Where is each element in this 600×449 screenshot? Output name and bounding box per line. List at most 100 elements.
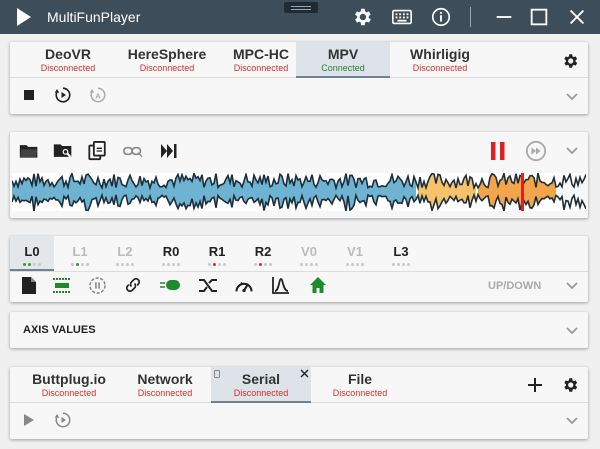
axis-dots: [161, 263, 181, 266]
axis-label: L2: [117, 244, 133, 259]
tab-file[interactable]: File Disconnected: [310, 367, 410, 403]
axis-values-panel[interactable]: AXIS VALUES: [10, 312, 588, 348]
chain-link-icon[interactable]: [124, 276, 142, 294]
tab-axis-l0[interactable]: L0: [10, 236, 54, 271]
speed-gauge-icon[interactable]: [234, 276, 254, 295]
settings-icon[interactable]: [561, 52, 579, 70]
settings-icon[interactable]: [561, 376, 579, 394]
output-tabs: Buttplug.io Disconnected Network Disconnec…: [10, 367, 588, 403]
axis-dots: [207, 263, 227, 266]
play-icon[interactable]: [24, 414, 34, 426]
axis-dots: [253, 263, 273, 266]
tab-status: Disconnected: [412, 63, 468, 73]
tab-axis-r2[interactable]: R2: [240, 236, 286, 271]
auto-connect-icon[interactable]: [54, 411, 72, 429]
tab-whirligig[interactable]: Whirligig Disconnected: [390, 42, 490, 78]
axis-dots: [22, 263, 42, 266]
tab-status: Disconnected: [332, 388, 388, 398]
tab-status: Disconnected: [40, 63, 96, 73]
axis-label: R1: [208, 244, 226, 259]
maximize-icon[interactable]: [528, 6, 550, 28]
tab-status: Disconnected: [41, 388, 97, 398]
bypass-icon[interactable]: [198, 277, 218, 294]
tab-name: HereSphere: [127, 46, 207, 62]
axis-label: R2: [254, 244, 272, 259]
tab-axis-r1[interactable]: R1: [194, 236, 240, 271]
search-folder-icon[interactable]: [53, 142, 73, 160]
axis-panel: L0 L1 L2 R0 R1 R2 V0 V1 L3 UP/DOWN: [10, 236, 588, 302]
range-icon[interactable]: [52, 277, 72, 294]
chevron-down-icon[interactable]: [565, 279, 579, 293]
tab-status: Connected: [321, 63, 365, 73]
auto-start-icon[interactable]: A: [89, 86, 107, 104]
tab-axis-v1[interactable]: V1: [332, 236, 378, 271]
fast-forward-icon[interactable]: [525, 140, 547, 162]
auto-connect-icon[interactable]: [54, 86, 72, 104]
info-icon[interactable]: [430, 6, 452, 28]
stop-icon[interactable]: [24, 90, 34, 100]
settings-icon[interactable]: [351, 6, 373, 28]
axis-label: V0: [301, 244, 317, 259]
tab-name: Serial: [241, 371, 281, 387]
axis-tabs: L0 L1 L2 R0 R1 R2 V0 V1 L3: [10, 236, 588, 272]
chevron-down-icon[interactable]: [565, 144, 579, 158]
tab-name: Whirligig: [410, 46, 470, 62]
tab-axis-r0[interactable]: R0: [148, 236, 194, 271]
tab-axis-v0[interactable]: V0: [286, 236, 332, 271]
svg-text:A: A: [95, 91, 101, 100]
motion-mode-label[interactable]: UP/DOWN: [488, 280, 541, 292]
axis-label: R0: [162, 244, 180, 259]
title-bar: MultiFunPlayer: [0, 0, 600, 34]
axis-label: V1: [347, 244, 363, 259]
motion-curve-icon[interactable]: [272, 276, 290, 294]
axis-dots: [299, 263, 319, 266]
link-icon[interactable]: [123, 144, 143, 158]
drag-handle[interactable]: [284, 2, 318, 13]
script-waveform: [12, 173, 586, 211]
add-icon[interactable]: [528, 378, 542, 392]
tab-status: Disconnected: [139, 63, 195, 73]
pause-icon[interactable]: [490, 142, 506, 160]
tab-axis-l3[interactable]: L3: [378, 236, 424, 271]
script-panel: [10, 132, 588, 218]
script-heatmap[interactable]: [12, 173, 586, 211]
output-panel: Buttplug.io Disconnected Network Disconnec…: [10, 367, 588, 439]
tab-mpv[interactable]: MPV Connected: [296, 42, 390, 78]
chevron-down-icon[interactable]: [565, 414, 579, 428]
axis-label: L0: [24, 244, 40, 259]
waveform-segment: [558, 174, 586, 210]
pause-circle-icon[interactable]: [88, 276, 107, 295]
close-icon[interactable]: [566, 6, 588, 28]
open-folder-icon[interactable]: [19, 142, 39, 160]
serial-port-icon: [214, 370, 220, 378]
tab-buttplug[interactable]: Buttplug.io Disconnected: [18, 367, 120, 403]
home-icon[interactable]: [309, 276, 327, 294]
axis-label: L1: [72, 244, 88, 259]
tab-deovr[interactable]: DeoVR Disconnected: [18, 42, 118, 78]
play-icon: [17, 8, 31, 26]
minimize-icon[interactable]: [493, 6, 515, 28]
smoothing-icon[interactable]: [160, 278, 182, 292]
axis-values-header: AXIS VALUES: [23, 324, 96, 336]
chevron-down-icon[interactable]: [565, 324, 579, 338]
media-source-panel: DeoVR Disconnected HereSphere Disconnected…: [10, 42, 588, 114]
tab-network[interactable]: Network Disconnected: [120, 367, 210, 403]
close-tab-icon[interactable]: [300, 369, 309, 378]
tab-axis-l2[interactable]: L2: [102, 236, 148, 271]
tab-status: Disconnected: [233, 63, 289, 73]
titlebar-divider: [470, 7, 471, 27]
copy-icon[interactable]: [88, 141, 107, 161]
file-icon[interactable]: [22, 277, 36, 294]
tab-serial[interactable]: Serial Disconnected: [211, 367, 311, 403]
chevron-down-icon[interactable]: [565, 90, 579, 104]
tab-status: Disconnected: [233, 388, 289, 398]
tab-name: Buttplug.io: [32, 371, 106, 387]
app-title: MultiFunPlayer: [47, 9, 141, 25]
tab-mpc-hc[interactable]: MPC-HC Disconnected: [216, 42, 306, 78]
keyboard-icon[interactable]: [391, 6, 413, 28]
tab-axis-l1[interactable]: L1: [58, 236, 102, 271]
axis-dots: [391, 263, 411, 266]
axis-label: L3: [393, 244, 409, 259]
skip-next-icon[interactable]: [161, 144, 177, 158]
tab-heresphere[interactable]: HereSphere Disconnected: [118, 42, 216, 78]
